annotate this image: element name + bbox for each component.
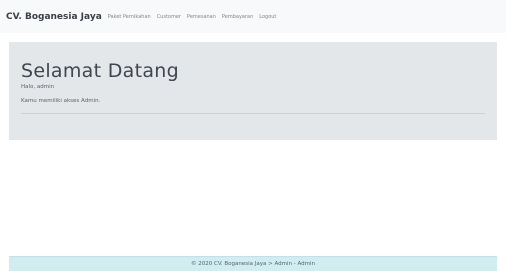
nav-link-pemesanan[interactable]: Pemesanan [187,14,216,20]
greeting-text: Halo, admin [21,84,55,90]
nav-link-pembayaran[interactable]: Pembayaran [222,14,253,20]
divider [21,113,485,114]
footer: © 2020 CV. Boganesia Jaya > Admin - Admi… [9,256,497,271]
brand-link[interactable]: CV. Boganesia Jaya [6,12,102,22]
page-title: Selamat Datang [21,60,179,82]
nav-links: Paket Pernikahan Customer Pemesanan Pemb… [108,14,283,20]
nav-link-logout[interactable]: Logout [259,14,276,20]
welcome-jumbotron: Selamat Datang Halo, admin Kamu memiliki… [9,42,497,140]
nav-link-customer[interactable]: Customer [157,14,181,20]
nav-link-paket-pernikahan[interactable]: Paket Pernikahan [108,14,151,20]
footer-text: © 2020 CV. Boganesia Jaya > Admin - Admi… [190,261,316,267]
access-level-text: Kamu memiliki akses Admin. [21,98,101,104]
top-navbar: CV. Boganesia Jaya Paket Pernikahan Cust… [0,0,506,33]
